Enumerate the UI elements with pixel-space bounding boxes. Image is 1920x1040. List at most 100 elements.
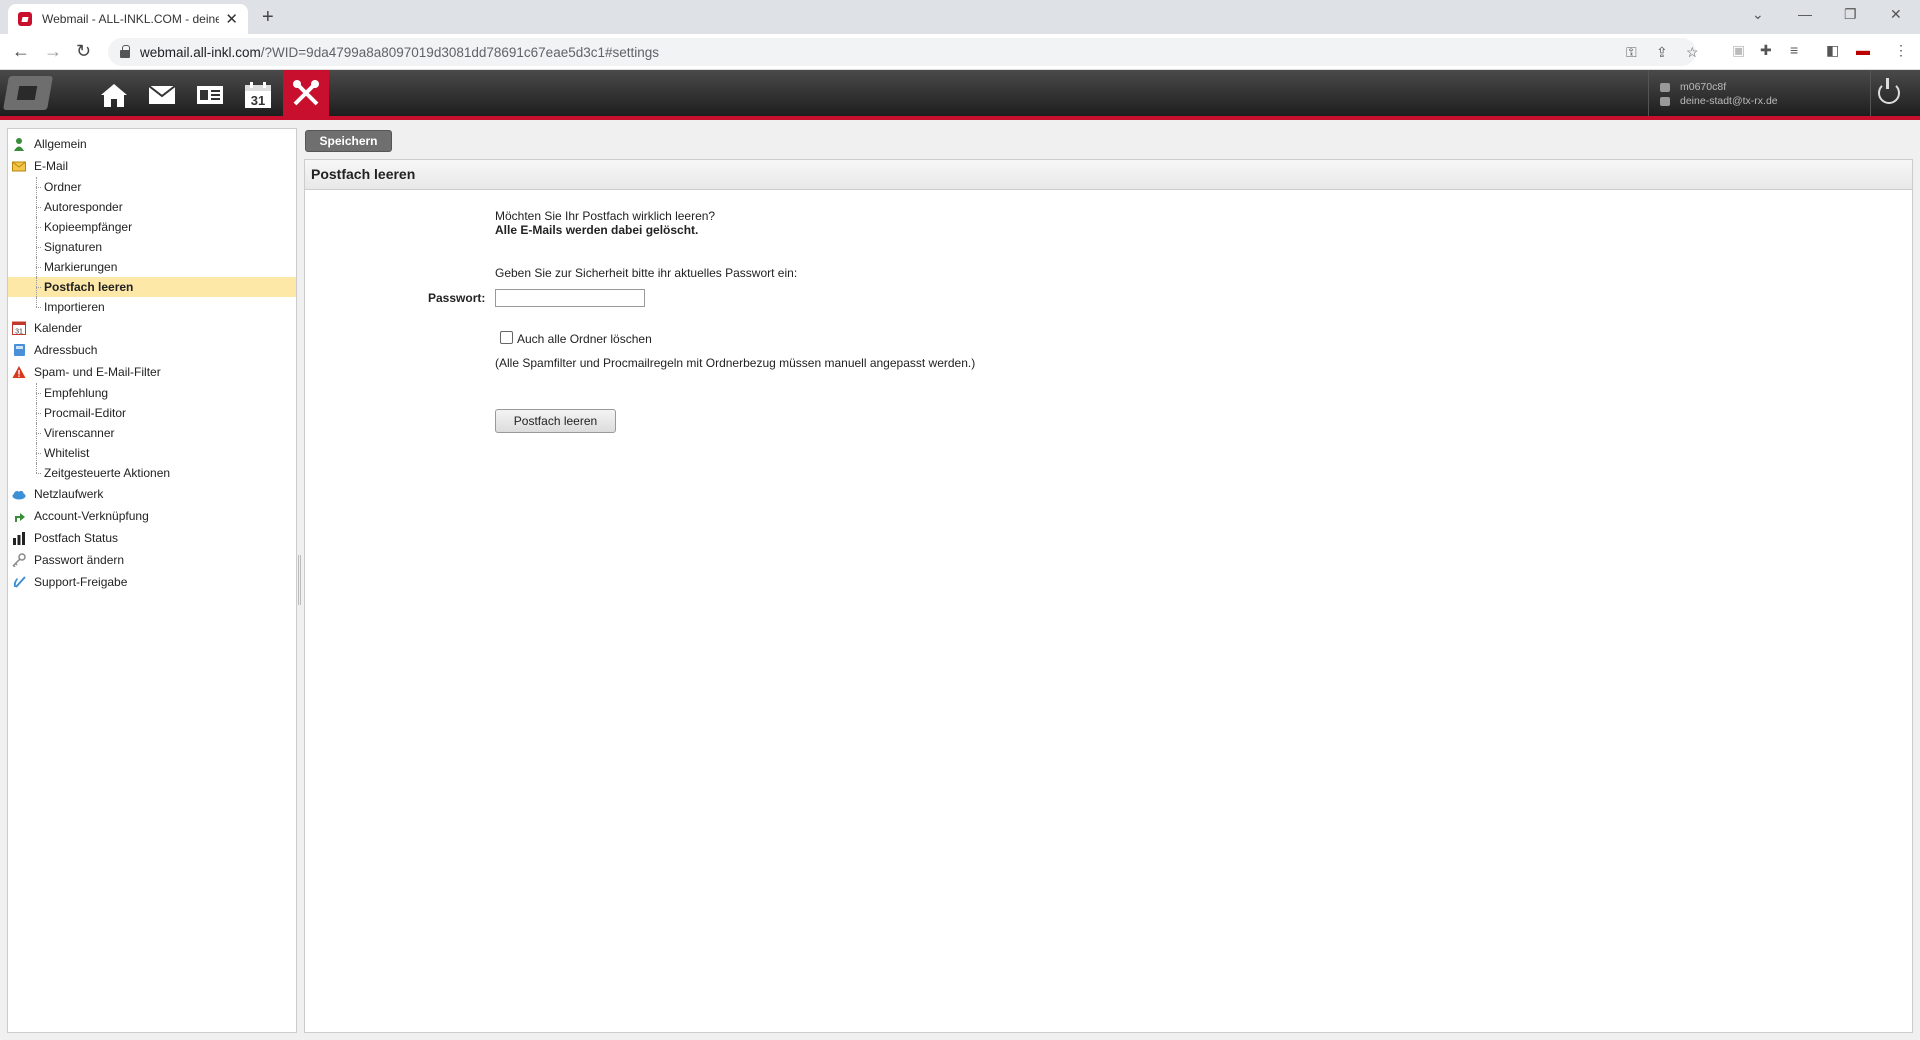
envelope-icon (1660, 96, 1670, 106)
lock-icon (120, 45, 130, 58)
user-info: m0670c8f deine-stadt@tx-rx.de (1660, 80, 1778, 108)
sidebar-item-autoresponder[interactable]: Autoresponder (8, 197, 296, 217)
app-header: 31 m0670c8f deine-stadt@tx-rx.de (0, 70, 1920, 120)
extension-b-icon[interactable]: ▬ (1856, 42, 1870, 58)
favicon-icon (18, 12, 32, 26)
sidebar-item-label: Allgemein (34, 137, 87, 151)
save-button[interactable]: Speichern (305, 130, 392, 152)
contacts-icon[interactable] (191, 78, 229, 112)
sidebar-item-empfehlung[interactable]: Empfehlung (8, 383, 296, 403)
bar-chart-icon (13, 532, 25, 545)
extension-a-icon[interactable]: ▣ (1732, 42, 1745, 59)
sidebar-item-account-verknuepfung[interactable]: Account-Verknüpfung (8, 505, 296, 527)
browser-toolbar: ← → ↻ webmail.all-inkl.com/?WID=9da4799a… (0, 34, 1920, 70)
sidebar-item-label: Adressbuch (34, 343, 98, 357)
sidebar-item-spam-filter[interactable]: Spam- und E-Mail-Filter (8, 361, 296, 383)
new-tab-icon[interactable]: + (262, 6, 274, 29)
sidebar-resize-handle[interactable] (298, 555, 301, 605)
page-title: Postfach leeren (305, 160, 1912, 190)
sidebar-item-zeitgesteuerte-aktionen[interactable]: Zeitgesteuerte Aktionen (8, 463, 296, 483)
sidebar-item-kalender[interactable]: 31 Kalender (8, 317, 296, 339)
folder-note: (Alle Spamfilter und Procmailregeln mit … (495, 356, 976, 370)
user-id: m0670c8f (1680, 81, 1727, 93)
svg-text:31: 31 (15, 329, 23, 336)
sidebar-item-ordner[interactable]: Ordner (8, 177, 296, 197)
sidebar-item-email[interactable]: E-Mail (8, 155, 296, 177)
warning-text: Alle E-Mails werden dabei gelöscht. (495, 223, 699, 237)
share-icon[interactable]: ⇪ (1656, 44, 1668, 61)
sidebar-item-signaturen[interactable]: Signaturen (8, 237, 296, 257)
address-book-icon (14, 344, 25, 356)
confirm-question: Möchten Sie Ihr Postfach wirklich leeren… (495, 209, 716, 223)
password-field[interactable] (495, 289, 645, 307)
logout-power-icon[interactable] (1878, 78, 1900, 104)
sidebar-item-netzlaufwerk[interactable]: Netzlaufwerk (8, 483, 296, 505)
sidebar-item-adressbuch[interactable]: Adressbuch (8, 339, 296, 361)
checkbox-label[interactable]: Auch alle Ordner löschen (517, 332, 652, 346)
back-icon[interactable]: ← (12, 41, 30, 62)
sidebar-item-virenscanner[interactable]: Virenscanner (8, 423, 296, 443)
phone-icon (13, 576, 26, 588)
window-close-icon[interactable]: ✕ (1890, 6, 1902, 23)
user-email: deine-stadt@tx-rx.de (1680, 95, 1778, 107)
header-divider (1870, 70, 1871, 116)
envelope-icon (12, 161, 26, 172)
restore-icon[interactable]: ❐ (1844, 6, 1857, 23)
tab-title: Webmail - ALL-INKL.COM - deine (42, 12, 220, 26)
cloud-icon (12, 490, 26, 500)
sidebar-item-postfach-leeren[interactable]: Postfach leeren (8, 277, 296, 297)
sidebar-item-label: Netzlaufwerk (34, 487, 104, 501)
warning-icon (12, 366, 26, 378)
key-icon[interactable]: ⚿ (1626, 44, 1637, 61)
sidebar-item-postfach-status[interactable]: Postfach Status (8, 527, 296, 549)
sidebar-item-importieren[interactable]: Importieren (8, 297, 296, 317)
key-icon (12, 553, 26, 567)
minimize-icon[interactable]: — (1798, 6, 1812, 22)
settings-icon[interactable] (283, 70, 329, 116)
link-arrow-icon (15, 513, 25, 522)
sidebar-item-support-freigabe[interactable]: Support-Freigabe (8, 571, 296, 593)
calendar-icon: 31 (12, 321, 26, 335)
user-icon (14, 138, 24, 151)
sidebar-item-label: Postfach Status (34, 531, 119, 545)
tab-close-icon[interactable]: ✕ (225, 10, 238, 28)
mail-icon[interactable] (143, 78, 181, 112)
browser-tab[interactable]: Webmail - ALL-INKL.COM - deine ✕ (8, 4, 248, 34)
media-icon[interactable]: ≡ (1790, 42, 1798, 58)
reload-icon[interactable]: ↻ (76, 41, 91, 62)
delete-folders-checkbox[interactable] (500, 331, 513, 344)
sidebar-item-passwort-aendern[interactable]: Passwort ändern (8, 549, 296, 571)
settings-panel: Postfach leeren Möchten Sie Ihr Postfach… (304, 159, 1913, 1033)
empty-mailbox-button[interactable]: Postfach leeren (495, 409, 616, 433)
all-inkl-logo[interactable] (3, 76, 53, 110)
url-path: /?WID=9da4799a8a8097019d3081dd78691c67ea… (260, 44, 660, 60)
forward-icon[interactable]: → (44, 41, 62, 62)
sidepanel-icon[interactable]: ◧ (1826, 42, 1839, 59)
puzzle-icon[interactable]: ✚ (1760, 42, 1772, 59)
password-prompt: Geben Sie zur Sicherheit bitte ihr aktue… (495, 266, 798, 280)
sidebar-item-label: Account-Verknüpfung (34, 509, 149, 523)
calendar-icon[interactable]: 31 (239, 78, 277, 112)
sidebar-item-label: Passwort ändern (34, 553, 125, 567)
tab-search-icon[interactable]: ⌄ (1752, 6, 1764, 23)
star-icon[interactable]: ☆ (1686, 44, 1699, 61)
url-host: webmail.all-inkl.com (140, 44, 261, 60)
svg-text:31: 31 (251, 93, 265, 108)
sidebar-item-kopieempfaenger[interactable]: Kopieempfänger (8, 217, 296, 237)
menu-dots-icon[interactable]: ⋮ (1894, 42, 1908, 59)
sidebar-item-procmail-editor[interactable]: Procmail-Editor (8, 403, 296, 423)
user-icon (1660, 82, 1670, 92)
header-divider (1648, 70, 1649, 116)
browser-tab-bar: Webmail - ALL-INKL.COM - deine ✕ + ⌄ — ❐… (0, 0, 1920, 34)
sidebar-item-label: Kalender (34, 321, 83, 335)
home-icon[interactable] (95, 78, 133, 112)
password-label: Passwort: (428, 291, 486, 305)
sidebar-item-label: Support-Freigabe (34, 575, 128, 589)
sidebar-item-label: E-Mail (34, 159, 69, 173)
settings-sidebar: Allgemein E-Mail Ordner Autoresponder Ko… (7, 128, 297, 1033)
sidebar-item-whitelist[interactable]: Whitelist (8, 443, 296, 463)
address-bar[interactable]: webmail.all-inkl.com/?WID=9da4799a8a8097… (108, 38, 1699, 66)
sidebar-item-allgemein[interactable]: Allgemein (8, 133, 296, 155)
sidebar-item-markierungen[interactable]: Markierungen (8, 257, 296, 277)
sidebar-item-label: Spam- und E-Mail-Filter (34, 365, 161, 379)
